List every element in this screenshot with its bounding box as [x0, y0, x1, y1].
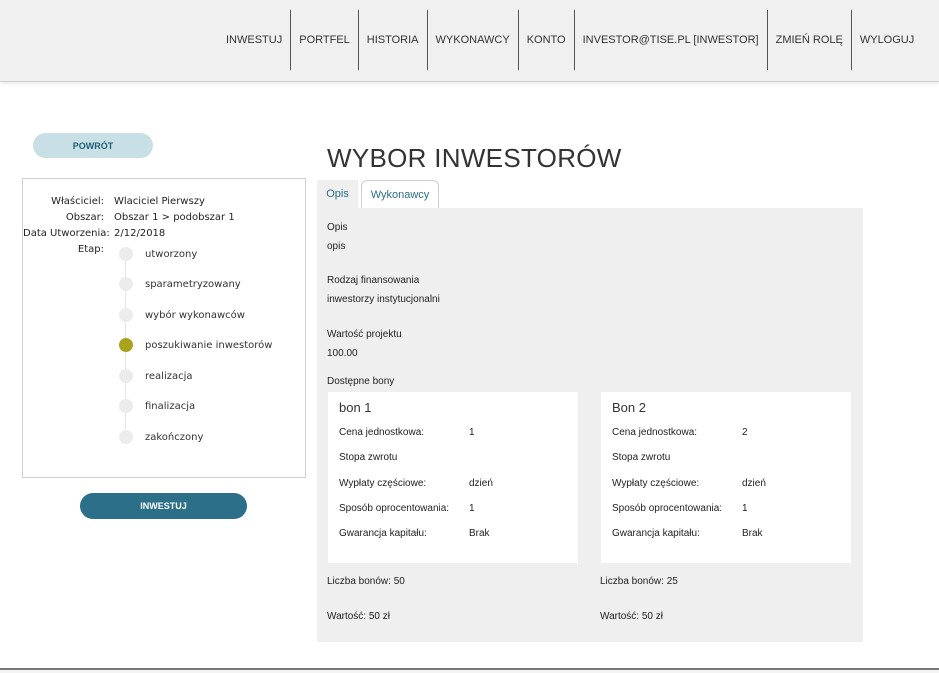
interest-method-label: Sposób oprocentowania:: [612, 503, 723, 514]
date-value: 2/12/2018: [114, 228, 166, 239]
partial-payout-value: dzień: [742, 478, 766, 489]
area-label: Obszar:: [65, 212, 104, 223]
stage-label-text: finalizacja: [145, 400, 196, 412]
nav-account[interactable]: KONTO: [519, 10, 574, 70]
stage-item: sparametryzowany: [119, 277, 241, 291]
stage-dot: [119, 430, 133, 444]
vouchers-label: Dostępne bony: [327, 376, 395, 387]
top-navigation-bar: INWESTUJ PORTFEL HISTORIA WYKONAWCY KONT…: [0, 0, 939, 82]
nav-logout[interactable]: WYLOGUJ: [852, 10, 922, 70]
stage-label-text: utworzony: [145, 248, 198, 260]
nav-history[interactable]: HISTORIA: [359, 10, 427, 70]
voucher-card: Bon 2 Cena jednostkowa: 2 Stopa zwrotu W…: [601, 392, 851, 563]
date-label: Data Utworzenia:: [23, 228, 110, 239]
interest-method-value: 1: [469, 503, 475, 514]
stage-dot-active: [119, 338, 133, 352]
main-nav: INWESTUJ PORTFEL HISTORIA WYKONAWCY KONT…: [218, 10, 922, 70]
page-title: WYBOR INWESTORÓW: [327, 143, 622, 173]
voucher-card: bon 1 Cena jednostkowa: 1 Stopa zwrotu W…: [328, 392, 578, 563]
price-label: Cena jednostkowa:: [612, 427, 698, 438]
financing-value: inwestorzy instytucjonalni: [327, 294, 440, 305]
voucher-title: Bon 2: [612, 400, 646, 415]
stage-item: realizacja: [119, 369, 193, 383]
nav-portfolio[interactable]: PORTFEL: [291, 10, 358, 70]
stage-item: finalizacja: [119, 399, 195, 413]
stage-label-text: sparametryzowany: [145, 278, 241, 290]
project-value-label: Wartość projektu: [327, 329, 402, 340]
stage-dot: [119, 399, 133, 413]
interest-method-label: Sposób oprocentowania:: [339, 503, 450, 514]
partial-payout-label: Wypłaty częściowe:: [612, 478, 700, 489]
price-value: 2: [742, 427, 748, 438]
stage-item-active: poszukiwanie inwestorów: [119, 338, 272, 352]
voucher-title: bon 1: [339, 400, 372, 415]
project-info-box: Właściciel: Wlaciciel Pierwszy Obszar: O…: [22, 178, 306, 478]
price-label: Cena jednostkowa:: [339, 427, 425, 438]
stage-label-text: wybór wykonawców: [145, 309, 245, 321]
nav-contractors[interactable]: WYKONAWCY: [428, 10, 518, 70]
stage-label-text: poszukiwanie inwestorów: [145, 339, 273, 351]
capital-guarantee-label: Gwarancja kapitału:: [339, 528, 427, 539]
stage-item: utworzony: [119, 247, 197, 261]
stage-dot: [119, 247, 133, 261]
stage-dot: [119, 308, 133, 322]
return-rate-label: Stopa zwrotu: [339, 452, 398, 463]
capital-guarantee-value: Brak: [742, 528, 763, 539]
description-value: opis: [327, 241, 346, 252]
stage-item: wybór wykonawców: [119, 308, 245, 322]
project-value: 100.00: [327, 348, 358, 359]
bottom-divider: [0, 668, 939, 673]
voucher-count: Liczba bonów: 25: [600, 576, 678, 587]
partial-payout-label: Wypłaty częściowe:: [339, 478, 427, 489]
nav-change-role[interactable]: ZMIEŃ ROLĘ: [768, 10, 851, 70]
stage-dot: [119, 369, 133, 383]
stage-item: zakończony: [119, 430, 203, 444]
voucher-value: Wartość: 50 zł: [600, 611, 663, 622]
voucher-value: Wartość: 50 zł: [327, 611, 390, 622]
tab-contractors[interactable]: Wykonawcy: [361, 180, 439, 208]
return-rate-label: Stopa zwrotu: [612, 452, 671, 463]
capital-guarantee-value: Brak: [469, 528, 490, 539]
nav-invest[interactable]: INWESTUJ: [218, 10, 290, 70]
interest-method-value: 1: [742, 503, 748, 514]
capital-guarantee-label: Gwarancja kapitału:: [612, 528, 700, 539]
voucher-count: Liczba bonów: 50: [327, 576, 405, 587]
owner-value: Wlaciciel Pierwszy: [114, 196, 205, 207]
nav-user-email[interactable]: INVESTOR@TISE.PL [INWESTOR]: [575, 10, 767, 70]
description-label: Opis: [327, 222, 348, 233]
financing-label: Rodzaj finansowania: [327, 275, 420, 286]
stage-label-text: realizacja: [145, 370, 193, 382]
back-button[interactable]: POWRÓT: [33, 133, 153, 158]
invest-button[interactable]: INWESTUJ: [80, 493, 247, 519]
owner-label: Właściciel:: [51, 196, 104, 207]
description-panel: Opis opis Rodzaj finansowania inwestorzy…: [317, 208, 863, 642]
price-value: 1: [469, 427, 475, 438]
stage-label: Etap:: [77, 244, 104, 255]
area-value: Obszar 1 > podobszar 1: [114, 212, 235, 223]
partial-payout-value: dzień: [469, 478, 493, 489]
stage-dot: [119, 277, 133, 291]
stage-label-text: zakończony: [145, 431, 204, 443]
tab-description[interactable]: Opis: [317, 180, 358, 208]
